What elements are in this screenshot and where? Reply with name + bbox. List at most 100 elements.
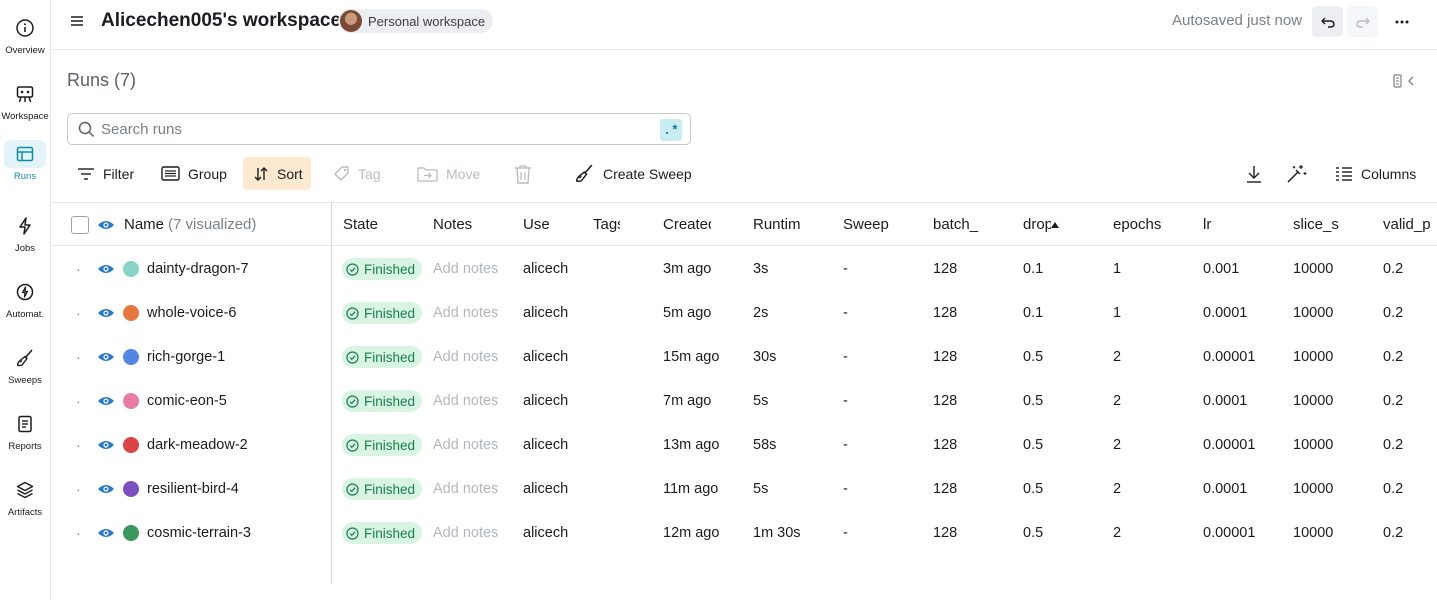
run-color-swatch[interactable] (123, 511, 139, 555)
notes-cell[interactable]: Add notes (433, 291, 498, 335)
check-circle-icon (346, 306, 359, 320)
column-header-name[interactable]: Name (7 visualized) (124, 203, 256, 246)
more-icon (1395, 20, 1408, 23)
run-color-swatch[interactable] (123, 291, 139, 335)
run-name-link[interactable]: resilient-bird-4 (147, 467, 239, 511)
table-row[interactable]: · dainty-dragon-7 Finished Add notes alicech… (51, 247, 1437, 291)
valid-pct-cell: 0.2 (1383, 437, 1404, 453)
table-row[interactable]: · comic-eon-5 Finished Add notes alicech 7m a… (51, 379, 1437, 423)
tag-button[interactable]: Tag (333, 157, 381, 190)
column-header-epochs[interactable]: epochs (1113, 203, 1161, 246)
nav-item-sweeps[interactable]: Sweeps (0, 338, 50, 398)
run-name-link[interactable]: comic-eon-5 (147, 379, 227, 423)
row-drag-handle[interactable]: · (76, 511, 81, 555)
row-drag-handle[interactable]: · (76, 467, 81, 511)
run-name-link[interactable]: dark-meadow-2 (147, 423, 248, 467)
notes-cell[interactable]: Add notes (433, 247, 498, 291)
user-cell: alicech (523, 481, 569, 497)
check-circle-icon (346, 438, 359, 452)
nav-item-runs[interactable]: Runs (0, 134, 50, 194)
eye-icon (98, 441, 114, 449)
row-drag-handle[interactable]: · (76, 247, 81, 291)
column-header-runtime[interactable]: Runtim (753, 203, 801, 246)
menu-icon[interactable] (69, 13, 85, 29)
column-header-sweep[interactable]: Sweep (843, 203, 923, 246)
group-button[interactable]: Group (161, 157, 227, 190)
nav-item-reports[interactable]: Reports (0, 404, 50, 464)
row-visibility-toggle[interactable] (97, 511, 115, 555)
column-header-notes[interactable]: Notes (433, 203, 513, 246)
delete-button[interactable] (514, 157, 540, 190)
regex-toggle[interactable]: .* (660, 119, 682, 141)
collapse-panel-button[interactable] (1393, 72, 1423, 90)
state-cell: Finished (342, 423, 423, 467)
run-color-swatch[interactable] (123, 335, 139, 379)
run-color-swatch[interactable] (123, 247, 139, 291)
column-header-slice-size[interactable]: slice_s (1293, 203, 1341, 246)
notes-cell[interactable]: Add notes (433, 379, 498, 423)
nav-item-jobs[interactable]: Jobs (0, 206, 50, 266)
column-header-created[interactable]: Created (663, 203, 711, 246)
table-row[interactable]: · dark-meadow-2 Finished Add notes alicech 13… (51, 423, 1437, 467)
runtime-cell: 58s (753, 437, 777, 453)
filter-icon (78, 167, 94, 180)
nav-item-artifacts[interactable]: Artifacts (0, 470, 50, 530)
notes-cell[interactable]: Add notes (433, 511, 498, 555)
nav-item-overview[interactable]: Overview (0, 8, 50, 68)
column-header-valid-pct[interactable]: valid_p (1383, 203, 1437, 246)
column-header-batch-size[interactable]: batch_ (933, 203, 981, 246)
redo-button[interactable] (1347, 6, 1378, 37)
column-header-dropout[interactable]: drop (1023, 203, 1071, 246)
magic-wand-button[interactable] (1285, 157, 1315, 190)
download-button[interactable] (1245, 157, 1271, 190)
table-row[interactable]: · whole-voice-6 Finished Add notes alicech 5m… (51, 291, 1437, 335)
column-header-state[interactable]: State (343, 203, 423, 246)
notes-cell[interactable]: Add notes (433, 467, 498, 511)
row-drag-handle[interactable]: · (76, 423, 81, 467)
table-row[interactable]: · cosmic-terrain-3 Finished Add notes alicec… (51, 511, 1437, 555)
search-input[interactable] (101, 120, 641, 138)
dropout-cell: 0.1 (1023, 261, 1044, 277)
run-name-link[interactable]: dainty-dragon-7 (147, 247, 249, 291)
create-sweep-button[interactable]: Create Sweep (574, 157, 692, 190)
undo-button[interactable] (1312, 6, 1343, 37)
run-color-swatch[interactable] (123, 423, 139, 467)
nav-label: Automat. (5, 309, 45, 320)
row-visibility-toggle[interactable] (97, 423, 115, 467)
table-header: Name (7 visualized) State Notes Use Tags… (51, 202, 1437, 246)
run-name-link[interactable]: rich-gorge-1 (147, 335, 225, 379)
more-button[interactable] (1386, 6, 1417, 37)
table-row[interactable]: · rich-gorge-1 Finished Add notes alicech 15m… (51, 335, 1437, 379)
row-visibility-toggle[interactable] (97, 247, 115, 291)
run-color-swatch[interactable] (123, 379, 139, 423)
slice-size-cell: 10000 (1293, 349, 1334, 365)
row-drag-handle[interactable]: · (76, 335, 81, 379)
run-name-link[interactable]: cosmic-terrain-3 (147, 511, 251, 555)
run-name-link[interactable]: whole-voice-6 (147, 291, 236, 335)
check-circle-icon (346, 526, 359, 540)
epochs-cell: 2 (1113, 481, 1122, 497)
valid-pct-cell: 0.2 (1383, 481, 1404, 497)
nav-item-workspace[interactable]: Workspace (0, 74, 50, 134)
row-visibility-toggle[interactable] (97, 335, 115, 379)
nav-item-automations[interactable]: Automat. (0, 272, 50, 332)
notes-cell[interactable]: Add notes (433, 423, 498, 467)
row-visibility-toggle[interactable] (97, 467, 115, 511)
run-color-swatch[interactable] (123, 467, 139, 511)
row-drag-handle[interactable]: · (76, 291, 81, 335)
workspace-badge[interactable]: Personal workspace (338, 9, 494, 33)
filter-button[interactable]: Filter (77, 157, 134, 190)
notes-cell[interactable]: Add notes (433, 335, 498, 379)
visibility-toggle-all[interactable] (97, 203, 115, 246)
table-row[interactable]: · resilient-bird-4 Finished Add notes alicec… (51, 467, 1437, 511)
column-header-user[interactable]: Use (523, 203, 603, 246)
columns-button[interactable]: Columns (1335, 157, 1416, 190)
move-button[interactable]: Move (417, 157, 480, 190)
column-header-tags[interactable]: Tags (593, 203, 620, 246)
column-header-lr[interactable]: lr (1203, 203, 1251, 246)
row-visibility-toggle[interactable] (97, 379, 115, 423)
select-all-checkbox[interactable] (71, 203, 89, 246)
sort-button[interactable]: Sort (243, 157, 311, 190)
row-visibility-toggle[interactable] (97, 291, 115, 335)
row-drag-handle[interactable]: · (76, 379, 81, 423)
